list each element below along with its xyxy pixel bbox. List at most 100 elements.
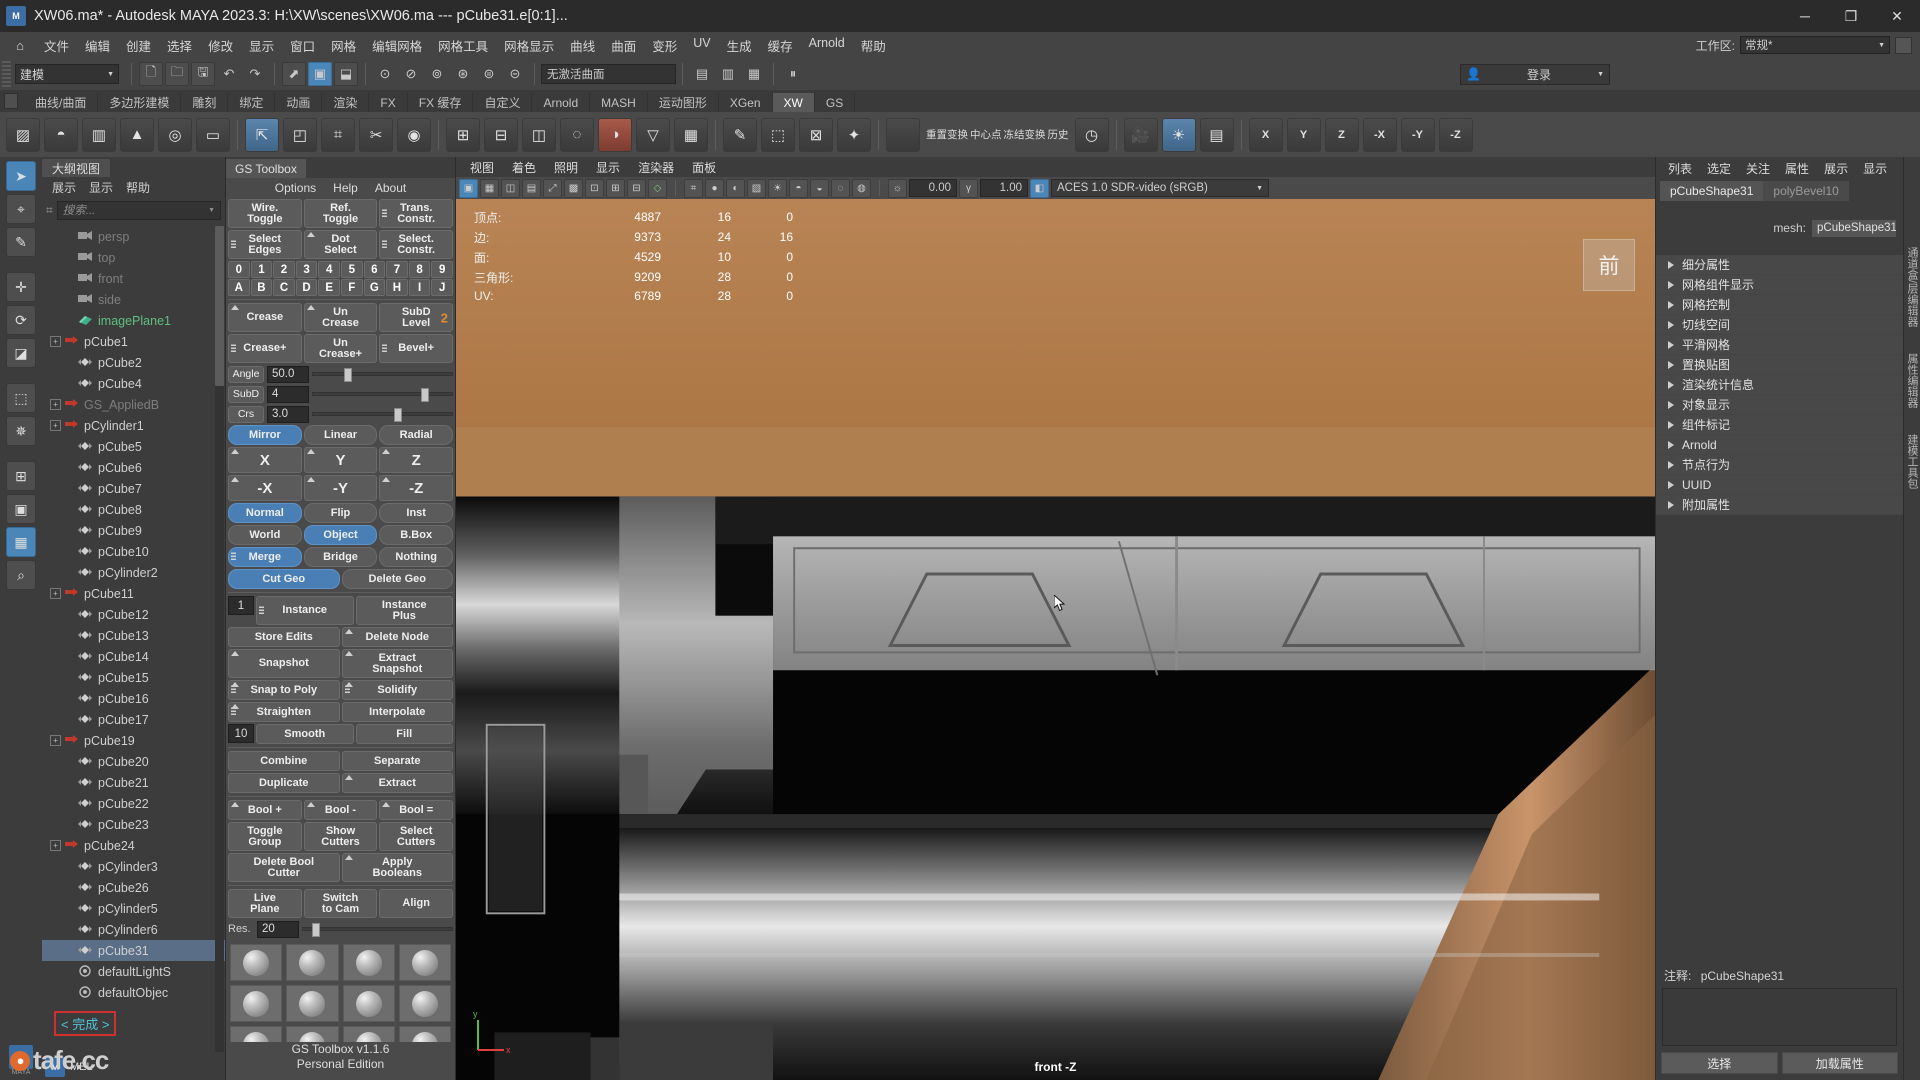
attr-menu-3[interactable]: 属性 xyxy=(1785,160,1809,177)
axis-neg-z-shelf-button[interactable]: -Z xyxy=(1438,117,1473,152)
gs-letter-J[interactable]: J xyxy=(431,279,453,296)
home-icon[interactable]: ⌂ xyxy=(10,35,30,55)
smooth-divisions-field[interactable]: 10 xyxy=(228,724,254,743)
menu-item-7[interactable]: 网格 xyxy=(323,33,364,58)
filter-icon[interactable]: ⌗ xyxy=(46,203,53,218)
uncrease-button[interactable]: Un Crease xyxy=(303,303,378,332)
shadows-icon[interactable]: ◓ xyxy=(789,178,808,198)
angle-slider[interactable] xyxy=(312,368,453,382)
linear-button[interactable]: Linear xyxy=(303,425,378,445)
view-orientation-gizmo[interactable]: 前 xyxy=(1583,239,1635,291)
scale-tool[interactable]: ◪ xyxy=(6,338,36,368)
snap-to-poly-button[interactable]: Snap to Poly xyxy=(228,680,340,700)
shelf-tab-绑定[interactable]: 绑定 xyxy=(228,93,276,112)
select-edges-button[interactable]: Select Edges xyxy=(228,230,302,259)
mirror-icon[interactable]: ◫ xyxy=(522,117,556,152)
flip-button[interactable]: Flip xyxy=(303,503,378,523)
menu-item-14[interactable]: UV xyxy=(685,33,718,58)
snap-to-grid-icon[interactable]: ⊙ xyxy=(373,62,397,86)
light-icon[interactable]: ☀ xyxy=(1161,117,1196,152)
sphere-icon[interactable]: ◓ xyxy=(44,117,78,152)
menu-item-3[interactable]: 选择 xyxy=(159,33,200,58)
menu-item-11[interactable]: 曲线 xyxy=(562,33,603,58)
slider-knob[interactable] xyxy=(421,388,430,402)
vertical-tab-2[interactable]: 建模工具包 xyxy=(1904,434,1920,489)
film-gate-icon[interactable]: ⊡ xyxy=(585,178,604,198)
gs-menu-about[interactable]: About xyxy=(375,181,406,195)
bool-minus-button[interactable]: Bool - xyxy=(303,800,378,820)
outliner-item-pCube14[interactable]: pCube14 xyxy=(42,646,225,667)
axis-x-button[interactable]: X xyxy=(228,447,302,473)
move-tool[interactable]: ✛ xyxy=(6,272,36,302)
gs-letter-E[interactable]: E xyxy=(318,279,340,296)
attr-section-UUID[interactable]: UUID xyxy=(1656,475,1903,495)
shelf-tab-运动图形[interactable]: 运动图形 xyxy=(648,93,719,112)
axis-neg-z-button[interactable]: -Z xyxy=(379,475,454,501)
bookmark-icon[interactable]: ◫ xyxy=(501,178,520,198)
axis-neg-y-button[interactable]: -Y xyxy=(303,475,378,501)
normal-button[interactable]: Normal xyxy=(228,503,302,523)
delete-bool-cutter-button[interactable]: Delete Bool Cutter xyxy=(228,853,340,882)
gs-number-1[interactable]: 1 xyxy=(250,261,273,278)
outliner-item-pCube21[interactable]: pCube21 xyxy=(42,772,225,793)
outliner-item-pCube10[interactable]: pCube10 xyxy=(42,541,225,562)
res-value-field[interactable]: 20 xyxy=(257,920,299,938)
store-edits-button[interactable]: Store Edits xyxy=(228,627,340,647)
duplicate-button[interactable]: Duplicate xyxy=(228,773,340,793)
shelf-tab-XGen[interactable]: XGen xyxy=(719,93,773,112)
gs-number-8[interactable]: 8 xyxy=(408,261,431,278)
outliner-item-pCube26[interactable]: pCube26 xyxy=(42,877,225,898)
axis-neg-x-button[interactable]: -X xyxy=(228,475,302,501)
menu-item-8[interactable]: 编辑网格 xyxy=(364,33,430,58)
outliner-item-defaultLightS[interactable]: defaultLightS xyxy=(42,961,225,982)
outliner-item-pCube31[interactable]: pCube31 xyxy=(42,940,225,961)
pause-icon[interactable]: ⏸ xyxy=(781,62,805,86)
straighten-button[interactable]: Straighten xyxy=(228,702,340,722)
attr-section-节点行为[interactable]: 节点行为 xyxy=(1656,455,1903,475)
gs-letter-I[interactable]: I xyxy=(408,279,431,296)
image-plane-icon[interactable]: ▤ xyxy=(522,178,541,198)
viewport-menu-0[interactable]: 视图 xyxy=(470,159,494,176)
gs-number-5[interactable]: 5 xyxy=(340,261,363,278)
attr-section-切线空间[interactable]: 切线空间 xyxy=(1656,315,1903,335)
snap-to-curve-icon[interactable]: ⊘ xyxy=(399,62,423,86)
viewport-menu-3[interactable]: 显示 xyxy=(596,159,620,176)
attr-menu-1[interactable]: 选定 xyxy=(1707,160,1731,177)
gs-letter-B[interactable]: B xyxy=(250,279,273,296)
viewport-3d-canvas[interactable]: 顶点: 4887 16 0 边: 9373 24 16 面: 4529 10 0 三角形: 9209 28 0… xyxy=(456,199,1655,1080)
outliner-item-persp[interactable]: persp xyxy=(42,226,225,247)
menu-item-9[interactable]: 网格工具 xyxy=(430,33,496,58)
ao-icon[interactable]: ◒ xyxy=(810,178,829,198)
bridge-icon[interactable]: ⌗ xyxy=(321,117,355,152)
viewport-menu-2[interactable]: 照明 xyxy=(554,159,578,176)
select-camera-icon[interactable]: ▣ xyxy=(459,178,478,198)
axis-x-shelf-button[interactable]: X xyxy=(1248,117,1283,152)
expand-toggle-icon[interactable]: + xyxy=(50,735,61,746)
crs-slider[interactable] xyxy=(312,408,453,422)
radial-button[interactable]: Radial xyxy=(379,425,454,445)
viewport-menu-1[interactable]: 着色 xyxy=(512,159,536,176)
merge-button[interactable]: Merge xyxy=(228,547,302,567)
cone-icon[interactable]: ▲ xyxy=(120,117,154,152)
switch-to-cam-button[interactable]: Switch to Cam xyxy=(303,889,378,918)
dot-select-button[interactable]: Dot Select xyxy=(303,230,378,259)
gs-number-4[interactable]: 4 xyxy=(318,261,340,278)
material-swatch[interactable] xyxy=(286,944,339,981)
grid-layout-tool[interactable]: ⊞ xyxy=(6,461,36,491)
make-live-icon[interactable]: ⊝ xyxy=(503,62,527,86)
workspace-select[interactable]: 常规* ▼ xyxy=(1740,36,1890,54)
select-by-hierarchy-icon[interactable]: ⬈ xyxy=(282,62,306,86)
shelf-tab-Arnold[interactable]: Arnold xyxy=(532,93,591,112)
subd-level-button[interactable]: SubD Level 2 xyxy=(379,303,454,332)
shelf-tab-FX[interactable]: FX xyxy=(369,93,408,112)
history-icon[interactable]: ◷ xyxy=(1074,117,1109,152)
gamma-icon[interactable]: γ xyxy=(959,178,978,198)
menu-item-17[interactable]: Arnold xyxy=(801,33,853,58)
motion-blur-icon[interactable]: ◌ xyxy=(831,178,850,198)
outliner-item-pCylinder3[interactable]: pCylinder3 xyxy=(42,856,225,877)
gs-letter-D[interactable]: D xyxy=(295,279,318,296)
expand-toggle-icon[interactable]: + xyxy=(50,840,61,851)
solidify-button[interactable]: Solidify xyxy=(341,680,453,700)
render-icon[interactable]: ▤ xyxy=(690,62,714,86)
ref-toggle-button[interactable]: Ref. Toggle xyxy=(303,199,378,228)
